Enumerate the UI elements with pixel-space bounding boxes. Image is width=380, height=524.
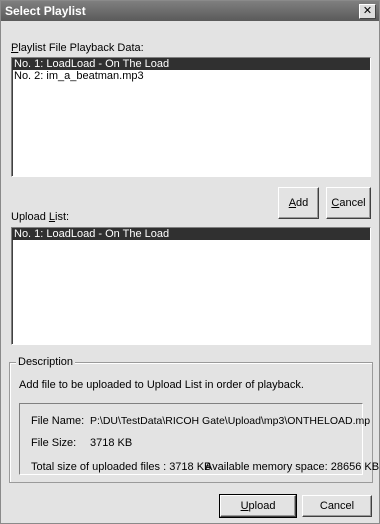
playback-data-label: Playlist File Playback Data: — [11, 42, 144, 54]
close-icon: ✕ — [362, 5, 373, 17]
description-legend: Description — [16, 356, 76, 368]
available-memory-text: Available memory space: 28656 KB — [205, 461, 380, 473]
list-item[interactable]: No. 1: LoadLoad - On The Load — [12, 58, 370, 70]
list-item[interactable]: No. 2: im_a_beatman.mp3 — [12, 70, 370, 82]
description-text: Add file to be uploaded to Upload List i… — [19, 379, 304, 391]
add-button[interactable]: Add — [278, 187, 319, 219]
total-size-text: Total size of uploaded files : 3718 KB — [31, 461, 212, 473]
select-playlist-dialog: Select Playlist ✕ Playlist File Playback… — [0, 0, 380, 524]
upload-list-label: Upload List: — [11, 211, 70, 223]
file-name-label: File Name: — [31, 415, 85, 427]
window-title: Select Playlist — [5, 4, 86, 18]
cancel-add-button[interactable]: Cancel — [326, 187, 371, 219]
cancel-button[interactable]: Cancel — [302, 495, 372, 517]
upload-list[interactable]: No. 1: LoadLoad - On The Load — [11, 227, 371, 345]
playback-data-list[interactable]: No. 1: LoadLoad - On The Load No. 2: im_… — [11, 57, 371, 177]
file-name-value: P:\DU\TestData\RICOH Gate\Upload\mp3\ONT… — [90, 415, 371, 427]
upload-button[interactable]: Upload — [219, 494, 297, 518]
list-item[interactable]: No. 1: LoadLoad - On The Load — [12, 228, 370, 240]
file-size-label: File Size: — [31, 437, 77, 449]
title-bar[interactable]: Select Playlist ✕ — [1, 1, 379, 21]
close-button[interactable]: ✕ — [359, 4, 376, 19]
file-size-value: 3718 KB — [90, 437, 133, 449]
